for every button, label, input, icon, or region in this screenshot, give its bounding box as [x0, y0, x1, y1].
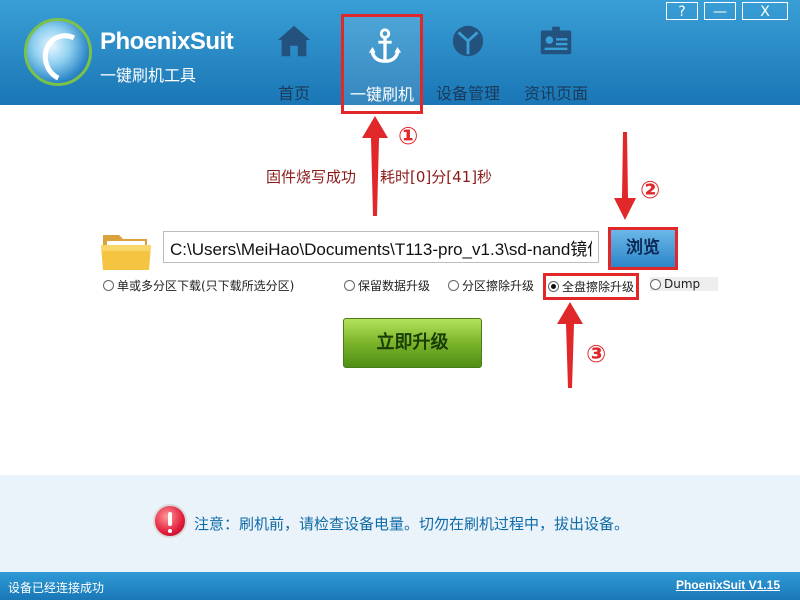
tab-home-label: 首页 — [277, 84, 310, 103]
app-title: PhoenixSuit — [100, 28, 234, 55]
annotation-marker-2: ② — [640, 176, 661, 204]
option-partition-download[interactable]: 单或多分区下载(只下载所选分区) — [103, 277, 294, 294]
upgrade-now-button[interactable]: 立即升级 — [343, 318, 482, 368]
close-button[interactable]: X — [742, 2, 788, 20]
flash-status: 固件烧写成功 耗时[0]分[41]秒 — [266, 166, 516, 187]
option-label: 全盘擦除升级 — [562, 280, 635, 294]
radio-icon — [103, 280, 114, 291]
status-elapsed: 耗时[0]分[41]秒 — [380, 168, 493, 186]
version-link[interactable]: PhoenixSuit V1.15 — [676, 578, 780, 592]
app-subtitle: 一键刷机工具 — [100, 66, 197, 85]
news-icon — [540, 26, 572, 55]
folder-icon — [101, 235, 151, 270]
annotation-marker-3: ③ — [586, 340, 607, 368]
annotation-marker-1: ① — [398, 122, 419, 150]
option-partition-erase-upgrade[interactable]: 分区擦除升级 — [448, 277, 534, 294]
annotation-arrow-2 — [614, 132, 636, 220]
radio-icon — [344, 280, 355, 291]
help-button[interactable]: ? — [666, 2, 698, 20]
warning-icon — [153, 504, 187, 538]
firmware-path-input[interactable] — [163, 231, 599, 263]
tab-one-click-flash[interactable]: 一键刷机 — [341, 14, 423, 114]
option-label: 单或多分区下载(只下载所选分区) — [117, 279, 295, 293]
phoenix-logo-icon — [24, 18, 97, 90]
home-icon — [277, 25, 311, 57]
tab-home[interactable]: 首页 — [253, 12, 335, 103]
browse-button[interactable]: 浏览 — [608, 227, 678, 270]
tab-device-management-label: 设备管理 — [435, 84, 500, 103]
radio-icon — [448, 280, 459, 291]
tab-news[interactable]: 资讯页面 — [515, 12, 597, 103]
status-bar: 设备已经连接成功 PhoenixSuit V1.15 — [0, 572, 800, 600]
tab-one-click-flash-label: 一键刷机 — [349, 85, 414, 104]
anchor-icon — [368, 28, 402, 63]
device-icon — [452, 25, 484, 57]
radio-icon — [650, 278, 661, 290]
option-keep-data-upgrade[interactable]: 保留数据升级 — [344, 277, 430, 294]
status-message: 固件烧写成功 — [266, 168, 357, 186]
notice-text: 注意：刷机前，请检查设备电量。切勿在刷机过程中，拔出设备。 — [194, 515, 630, 533]
option-label: 保留数据升级 — [358, 279, 431, 293]
radio-selected-icon — [548, 281, 559, 292]
title-bar: PhoenixSuit 一键刷机工具 首页 一键刷机 设备管理 资讯页面 ? —… — [0, 0, 800, 114]
option-dump[interactable]: Dump — [650, 277, 719, 291]
tab-news-label: 资讯页面 — [523, 84, 588, 103]
minimize-button[interactable]: — — [704, 2, 736, 20]
window-controls: ? — X — [666, 2, 788, 20]
option-label: 分区擦除升级 — [462, 279, 535, 293]
option-label: Dump — [664, 277, 701, 291]
option-full-erase-upgrade[interactable]: 全盘擦除升级 — [543, 273, 640, 300]
annotation-arrow-3 — [557, 302, 583, 388]
connection-status: 设备已经连接成功 — [8, 581, 105, 595]
tab-device-management[interactable]: 设备管理 — [427, 12, 509, 103]
